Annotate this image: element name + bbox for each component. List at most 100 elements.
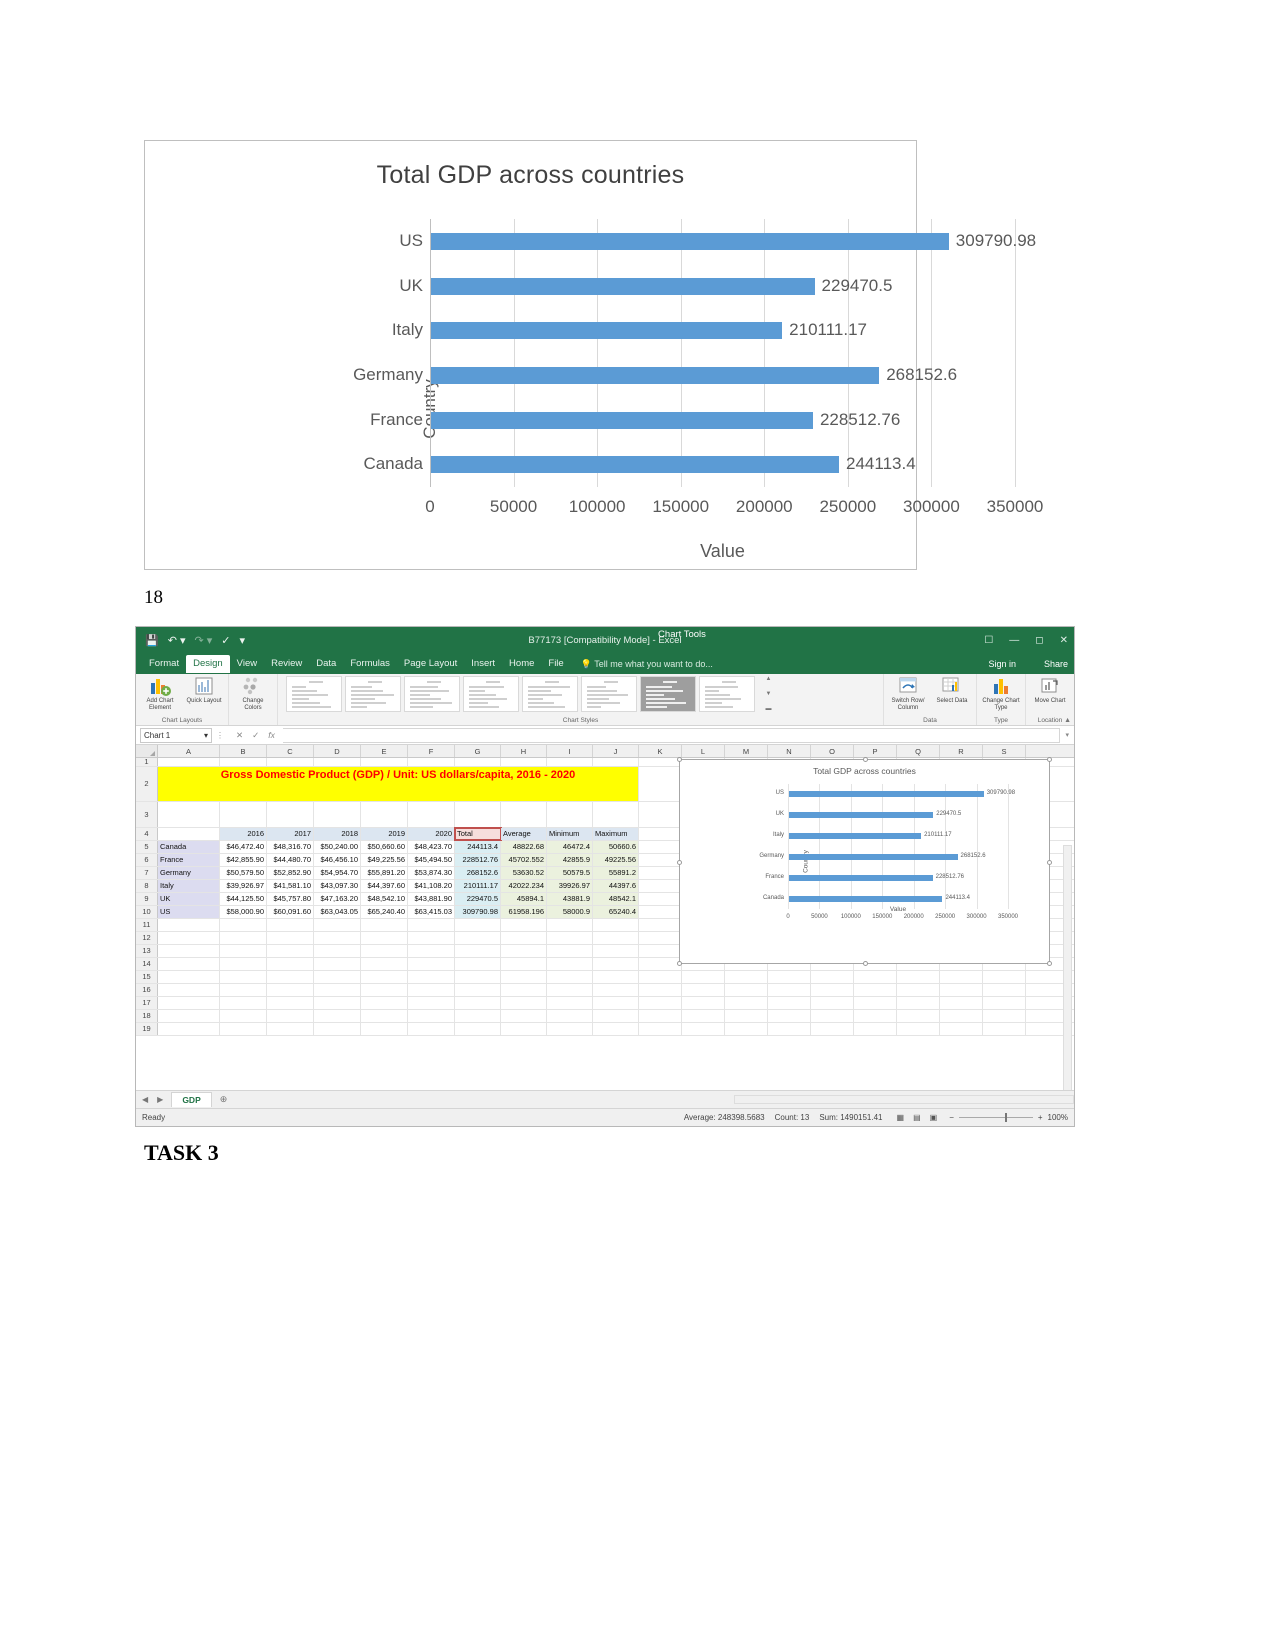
cell-B[interactable]: 2016 xyxy=(220,828,267,840)
cell-D[interactable] xyxy=(314,1010,361,1022)
cell-H[interactable] xyxy=(501,758,547,766)
cell-K[interactable] xyxy=(639,867,682,879)
row-header-15[interactable]: 15 xyxy=(136,971,158,983)
resize-handle-sw[interactable] xyxy=(677,961,682,966)
cell-R[interactable] xyxy=(940,1023,983,1035)
cell-C[interactable] xyxy=(267,932,314,944)
cell-C[interactable] xyxy=(267,1023,314,1035)
tell-me-search[interactable]: 💡 Tell me what you want to do... xyxy=(581,659,713,670)
cell-K[interactable] xyxy=(639,828,682,840)
cell-G[interactable] xyxy=(455,1010,501,1022)
resize-handle-e[interactable] xyxy=(1047,860,1052,865)
cell-K[interactable] xyxy=(639,854,682,866)
cell-D[interactable]: 2018 xyxy=(314,828,361,840)
cell-C[interactable]: $41,581.10 xyxy=(267,880,314,892)
cell-N[interactable] xyxy=(768,997,811,1009)
cell-F[interactable]: $53,874.30 xyxy=(408,867,455,879)
add-sheet-icon[interactable]: ⊕ xyxy=(220,1094,228,1105)
cell-M[interactable] xyxy=(725,971,768,983)
cell-F[interactable] xyxy=(408,802,455,827)
ribbon-tab-review[interactable]: Review xyxy=(264,655,309,673)
cell-J[interactable] xyxy=(593,1023,639,1035)
spelling-icon[interactable]: ✓ xyxy=(221,634,230,647)
cell-J[interactable] xyxy=(593,1010,639,1022)
cell-A[interactable] xyxy=(158,945,220,957)
chart-style-option[interactable] xyxy=(345,676,401,712)
undo-icon[interactable]: ↶ ▾ xyxy=(168,634,186,647)
cell-N[interactable] xyxy=(768,971,811,983)
cell-L[interactable] xyxy=(682,1023,725,1035)
column-header-D[interactable]: D xyxy=(314,745,361,757)
cell-O[interactable] xyxy=(811,997,854,1009)
cell-D[interactable] xyxy=(314,919,361,931)
cell-C[interactable]: $45,757.80 xyxy=(267,893,314,905)
cell-I[interactable] xyxy=(547,802,593,827)
cell-H[interactable] xyxy=(501,802,547,827)
cell-J[interactable] xyxy=(593,802,639,827)
row-header-1[interactable]: 1 xyxy=(136,758,158,766)
cell-C[interactable] xyxy=(267,997,314,1009)
normal-view-icon[interactable]: ▦ xyxy=(897,1113,905,1122)
cell-F[interactable] xyxy=(408,1023,455,1035)
sheet-tab-gdp[interactable]: GDP xyxy=(171,1092,212,1107)
cell-D[interactable] xyxy=(314,971,361,983)
resize-handle-nw[interactable] xyxy=(677,757,682,762)
cell-F[interactable]: $48,423.70 xyxy=(408,841,455,853)
cell-F[interactable] xyxy=(408,997,455,1009)
row-header-4[interactable]: 4 xyxy=(136,828,158,840)
quick-layout-button[interactable]: Quick Layout xyxy=(184,676,224,705)
cell-E[interactable] xyxy=(361,1010,408,1022)
ribbon-tab-formulas[interactable]: Formulas xyxy=(343,655,397,673)
cell-A[interactable]: Italy xyxy=(158,880,220,892)
cell-H[interactable] xyxy=(501,919,547,931)
column-header-J[interactable]: J xyxy=(593,745,639,757)
cell-K[interactable] xyxy=(639,984,682,996)
ribbon-tab-format[interactable]: Format xyxy=(142,655,186,673)
cell-Q[interactable] xyxy=(897,997,940,1009)
cell-B[interactable] xyxy=(220,1010,267,1022)
cell-I[interactable] xyxy=(547,932,593,944)
cell-I[interactable] xyxy=(547,971,593,983)
row-header-9[interactable]: 9 xyxy=(136,893,158,905)
cell-E[interactable]: $49,225.56 xyxy=(361,854,408,866)
chart-style-option[interactable] xyxy=(463,676,519,712)
row-header-18[interactable]: 18 xyxy=(136,1010,158,1022)
cell-G[interactable]: 244113.4 xyxy=(455,841,501,853)
column-header-R[interactable]: R xyxy=(940,745,983,757)
cell-E[interactable] xyxy=(361,1023,408,1035)
cell-D[interactable] xyxy=(314,932,361,944)
cell-J[interactable] xyxy=(593,958,639,970)
row-header-5[interactable]: 5 xyxy=(136,841,158,853)
cell-J[interactable]: 55891.2 xyxy=(593,867,639,879)
cell-E[interactable] xyxy=(361,984,408,996)
cell-J[interactable] xyxy=(593,971,639,983)
cell-P[interactable] xyxy=(854,971,897,983)
cell-E[interactable] xyxy=(361,997,408,1009)
cell-A[interactable]: France xyxy=(158,854,220,866)
cell-D[interactable]: $47,163.20 xyxy=(314,893,361,905)
cell-A[interactable]: Canada xyxy=(158,841,220,853)
redo-icon[interactable]: ↷ ▾ xyxy=(195,634,213,647)
cell-H[interactable]: 48822.68 xyxy=(501,841,547,853)
cell-A[interactable]: US xyxy=(158,906,220,918)
cell-K[interactable] xyxy=(639,1010,682,1022)
chart-style-option[interactable] xyxy=(404,676,460,712)
cell-J[interactable] xyxy=(593,997,639,1009)
cell-F[interactable] xyxy=(408,919,455,931)
cancel-icon[interactable]: ✕ xyxy=(236,730,243,741)
select-all-corner[interactable] xyxy=(136,745,158,757)
cell-G[interactable] xyxy=(455,1023,501,1035)
cell-H[interactable]: 42022.234 xyxy=(501,880,547,892)
cell-G[interactable]: 229470.5 xyxy=(455,893,501,905)
cell-B[interactable]: $50,579.50 xyxy=(220,867,267,879)
cell-I[interactable]: 42855.9 xyxy=(547,854,593,866)
row-header-12[interactable]: 12 xyxy=(136,932,158,944)
vertical-scrollbar[interactable] xyxy=(1063,845,1072,1090)
cell-E[interactable]: $55,891.20 xyxy=(361,867,408,879)
cell-S[interactable] xyxy=(983,971,1026,983)
sheet-nav-arrows[interactable]: ◀ ▶ xyxy=(142,1095,163,1104)
cell-C[interactable]: $48,316.70 xyxy=(267,841,314,853)
cell-H[interactable]: 45894.1 xyxy=(501,893,547,905)
cell-I[interactable]: 39926.97 xyxy=(547,880,593,892)
cell-B[interactable] xyxy=(220,802,267,827)
